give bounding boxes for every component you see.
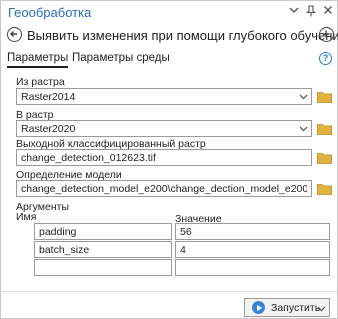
model-definition-input[interactable]: change_detection_model_e200\change_decti…	[16, 180, 312, 197]
model-definition-value: change_detection_model_e200\change_decti…	[21, 183, 307, 195]
tab-environments[interactable]: Параметры среды	[72, 52, 170, 64]
footer-divider	[1, 291, 337, 292]
argument-name-cell[interactable]	[34, 259, 172, 276]
close-icon[interactable]	[321, 5, 335, 19]
chevron-down-icon	[299, 126, 308, 132]
chevron-down-icon	[299, 94, 308, 100]
arguments-name-header: Имя	[16, 211, 37, 223]
add-icon[interactable]	[319, 27, 334, 42]
output-raster-value: change_detection_012623.tif	[21, 152, 156, 164]
to-raster-value: Raster2020	[21, 123, 76, 135]
argument-value-cell[interactable]: 4	[175, 241, 330, 258]
pin-icon[interactable]	[304, 5, 318, 19]
play-icon	[252, 301, 265, 314]
folder-icon[interactable]	[317, 183, 332, 195]
folder-icon[interactable]	[317, 123, 332, 135]
from-raster-label: Из растра	[16, 76, 65, 88]
folder-icon[interactable]	[317, 91, 332, 103]
pane-title: Геообработка	[8, 5, 92, 20]
run-button-label: Запустить	[271, 302, 321, 314]
tool-title: Выявить изменения при помощи глубокого о…	[27, 28, 338, 43]
tool-header: Выявить изменения при помощи глубокого о…	[1, 25, 338, 47]
chevron-down-icon[interactable]	[317, 304, 326, 313]
to-raster-dropdown[interactable]: Raster2020	[16, 120, 312, 137]
back-arrow-icon[interactable]	[7, 27, 22, 42]
argument-name-cell[interactable]: batch_size	[34, 241, 172, 258]
argument-name-cell[interactable]: padding	[34, 223, 172, 240]
title-bar: Геообработка	[1, 1, 337, 25]
output-raster-input[interactable]: change_detection_012623.tif	[16, 149, 312, 166]
help-icon[interactable]: ?	[319, 52, 332, 65]
from-raster-value: Raster2014	[21, 91, 76, 103]
tab-parameters[interactable]: Параметры	[7, 52, 69, 68]
argument-value-cell[interactable]: 56	[175, 223, 330, 240]
geoprocessing-pane: Геообработка Выявить изменения при помощ…	[0, 0, 338, 319]
from-raster-dropdown[interactable]: Raster2014	[16, 88, 312, 105]
folder-icon[interactable]	[317, 152, 332, 164]
run-button[interactable]: Запустить	[244, 298, 330, 317]
argument-value-cell[interactable]	[175, 259, 330, 276]
chevron-down-icon[interactable]	[287, 5, 301, 19]
tab-bar: Параметры Параметры среды ?	[1, 49, 337, 71]
